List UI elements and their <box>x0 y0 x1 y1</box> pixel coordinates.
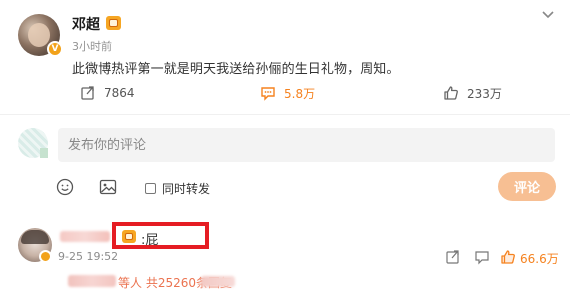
like-button[interactable]: 233万 <box>443 84 502 102</box>
repost-checkbox[interactable] <box>145 183 156 194</box>
post-time[interactable]: 3小时前 <box>72 38 112 54</box>
share-icon[interactable] <box>445 249 461 265</box>
current-user-avatar <box>18 128 48 158</box>
author-name[interactable]: 邓超 <box>72 14 100 34</box>
comment-input[interactable] <box>58 128 555 162</box>
image-icon[interactable] <box>99 178 117 196</box>
member-badge-icon <box>122 230 136 243</box>
thumbs-up-icon[interactable] <box>500 249 516 265</box>
repost-toggle[interactable]: 同时转发 <box>145 180 210 197</box>
sub-reply-names-redacted <box>68 275 116 287</box>
thumbs-up-icon <box>444 86 458 100</box>
verified-icon: V <box>47 41 63 57</box>
repost-count: 7864 <box>104 86 135 100</box>
sub-reply-redacted <box>201 276 235 287</box>
comment-icon <box>261 87 275 101</box>
submit-comment-button[interactable]: 评论 <box>498 172 556 201</box>
repost-label: 同时转发 <box>162 182 211 196</box>
chevron-down-icon[interactable] <box>540 6 556 22</box>
member-badge-icon <box>106 16 121 30</box>
comment-button[interactable]: 5.8万 <box>260 84 315 102</box>
emoji-icon[interactable] <box>56 178 74 196</box>
reply-time: 9-25 19:52 <box>58 250 119 263</box>
reply-author-name-redacted <box>60 231 110 242</box>
repost-button[interactable]: 7864 <box>80 84 135 102</box>
repost-icon <box>81 86 94 100</box>
like-count: 233万 <box>467 86 502 101</box>
reply-like-count: 66.6万 <box>520 252 559 266</box>
divider <box>0 114 570 115</box>
reply-text: :屁 <box>141 233 159 248</box>
verified-icon <box>39 250 52 263</box>
post-text: 此微博热评第一就是明天我送给孙俪的生日礼物，周知。 <box>72 62 400 77</box>
comment-count: 5.8万 <box>284 86 316 101</box>
reply-comment-icon[interactable] <box>474 249 490 265</box>
